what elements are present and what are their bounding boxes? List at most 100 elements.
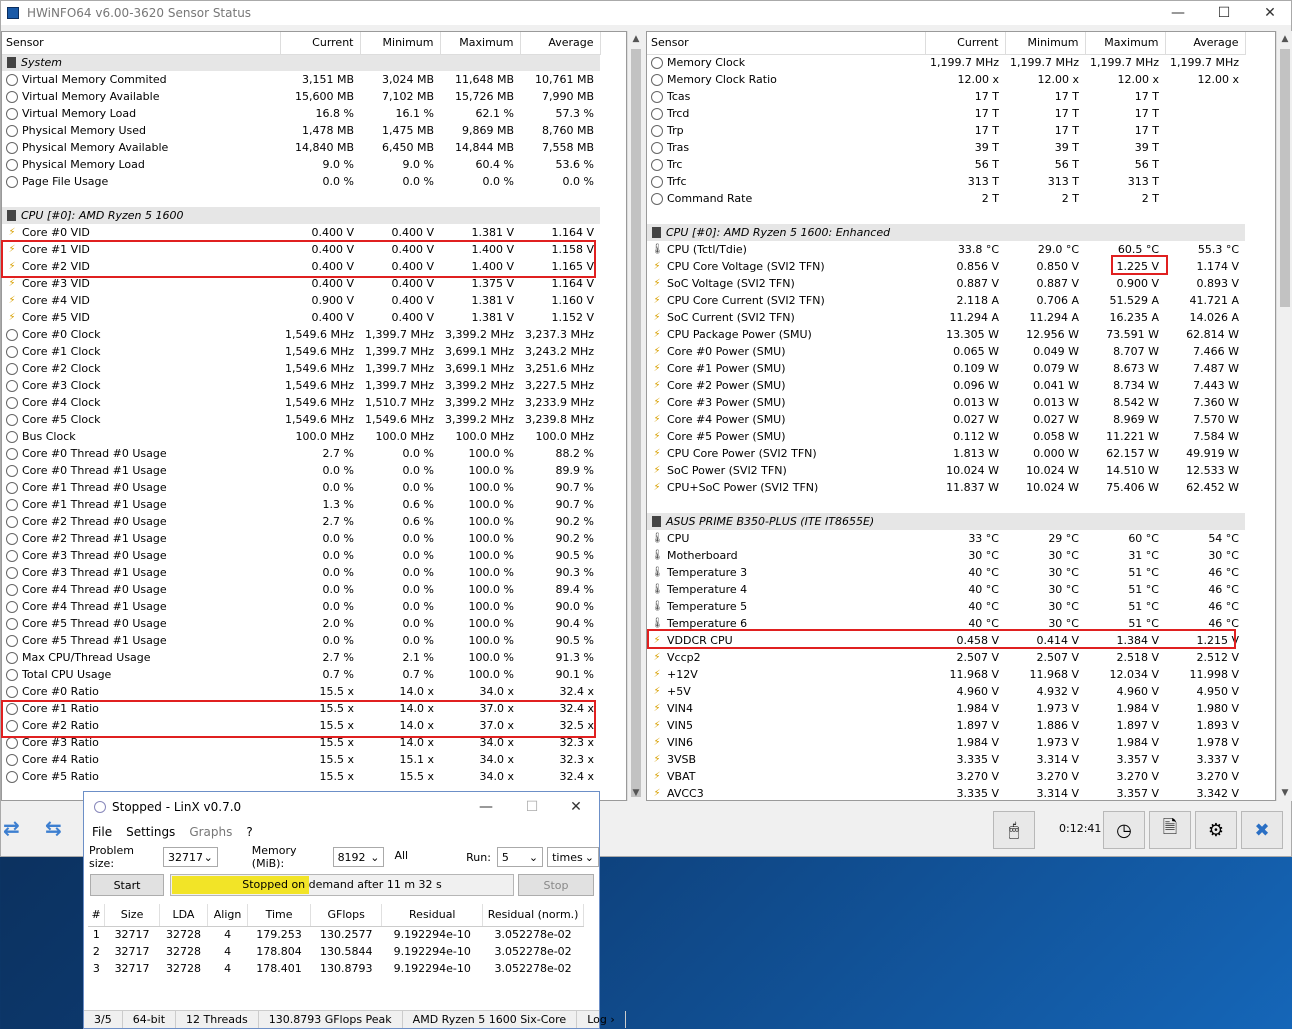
sensor-row[interactable]: ⚡ VDDCR CPU 0.458 V 0.414 V 1.384 V 1.215 V — [647, 632, 1245, 649]
sensor-row[interactable]: Core #0 Ratio 15.5 x 14.0 x 34.0 x 32.4 x — [2, 683, 600, 700]
network-icon[interactable]: 🖱 — [993, 811, 1035, 849]
sensor-row[interactable]: Core #2 Thread #0 Usage 2.7 % 0.6 % 100.0 %… — [2, 513, 600, 530]
sensor-row[interactable]: Core #3 Thread #0 Usage 0.0 % 0.0 % 100.0 %… — [2, 547, 600, 564]
sensor-row[interactable]: Trc 56 T 56 T 56 T — [647, 156, 1245, 173]
settings-gear-icon[interactable]: ⚙ — [1195, 811, 1237, 849]
sensor-row[interactable]: Core #3 Ratio 15.5 x 14.0 x 34.0 x 32.3 x — [2, 734, 600, 751]
sensor-row[interactable]: Trp 17 T 17 T 17 T — [647, 122, 1245, 139]
sensor-group-header[interactable]: CPU [#0]: AMD Ryzen 5 1600 — [2, 207, 600, 224]
sensor-row[interactable]: Core #2 Clock 1,549.6 MHz 1,399.7 MHz 3,699… — [2, 360, 600, 377]
sensor-row[interactable]: ⚡ Core #2 VID 0.400 V 0.400 V 1.400 V 1.165 V — [2, 258, 600, 275]
sensor-row[interactable]: Core #2 Thread #1 Usage 0.0 % 0.0 % 100.0 %… — [2, 530, 600, 547]
linx-close-button[interactable]: ✕ — [556, 792, 596, 822]
nav-left-right-icon[interactable]: ⇄ — [3, 816, 20, 840]
results-row[interactable]: 2 32717 32728 4 178.804 130.5844 9.192294e-10 3… — [88, 943, 584, 960]
sensor-group-header[interactable]: CPU [#0]: AMD Ryzen 5 1600: Enhanced — [647, 224, 1245, 241]
sensor-row[interactable]: ⚡ CPU Core Power (SVI2 TFN) 1.813 W 0.000 W… — [647, 445, 1245, 462]
sensor-row[interactable]: Core #5 Ratio 15.5 x 15.5 x 34.0 x 32.4 x — [2, 768, 600, 785]
sensor-row[interactable]: Core #4 Thread #1 Usage 0.0 % 0.0 % 100.0 %… — [2, 598, 600, 615]
results-col-header[interactable]: Residual (norm.) — [482, 904, 584, 927]
sensor-row[interactable]: Core #2 Ratio 15.5 x 14.0 x 37.0 x 32.5 x — [2, 717, 600, 734]
results-col-header[interactable]: GFlops — [310, 904, 383, 927]
results-col-header[interactable]: # — [88, 904, 106, 927]
col-maximum[interactable]: Maximum — [440, 32, 521, 55]
sensor-row[interactable]: ⚡ Core #0 Power (SMU) 0.065 W 0.049 W 8.707 … — [647, 343, 1245, 360]
sensor-row[interactable]: ⚡ Core #2 Power (SMU) 0.096 W 0.041 W 8.734 … — [647, 377, 1245, 394]
results-col-header[interactable]: Time — [247, 904, 312, 927]
scroll-thumb[interactable] — [1280, 49, 1290, 307]
sensor-row[interactable]: 🌡 CPU (Tctl/Tdie) 33.8 °C 29.0 °C 60.5 °C 55.… — [647, 241, 1245, 258]
sensor-row[interactable]: Core #0 Clock 1,549.6 MHz 1,399.7 MHz 3,399… — [2, 326, 600, 343]
sensor-row[interactable]: Total CPU Usage 0.7 % 0.7 % 100.0 % 90.1 % — [2, 666, 600, 683]
sensor-row[interactable]: Command Rate 2 T 2 T 2 T — [647, 190, 1245, 207]
col-maximum[interactable]: Maximum — [1085, 32, 1166, 55]
run-count-select[interactable]: 5 ⌄ — [496, 847, 544, 867]
sensor-row[interactable]: Trfc 313 T 313 T 313 T — [647, 173, 1245, 190]
scroll-up-icon[interactable]: ▲ — [628, 31, 644, 47]
sensor-row[interactable]: Core #5 Clock 1,549.6 MHz 1,549.6 MHz 3,399… — [2, 411, 600, 428]
nav-collapse-icon[interactable]: ⇆ — [45, 816, 62, 840]
col-minimum[interactable]: Minimum — [1005, 32, 1086, 55]
sensor-row[interactable]: Trcd 17 T 17 T 17 T — [647, 105, 1245, 122]
results-col-header[interactable]: Residual — [381, 904, 484, 927]
sensor-row[interactable]: Core #5 Thread #1 Usage 0.0 % 0.0 % 100.0 %… — [2, 632, 600, 649]
sensor-row[interactable]: ⚡ Core #1 VID 0.400 V 0.400 V 1.400 V 1.158 V — [2, 241, 600, 258]
sensor-row[interactable]: Core #4 Ratio 15.5 x 15.1 x 34.0 x 32.3 x — [2, 751, 600, 768]
col-current[interactable]: Current — [280, 32, 361, 55]
sensor-row[interactable]: Virtual Memory Available 15,600 MB 7,102 M… — [2, 88, 600, 105]
sensor-row[interactable]: ⚡ Core #4 Power (SMU) 0.027 W 0.027 W 8.969 … — [647, 411, 1245, 428]
minimize-button[interactable]: — — [1155, 1, 1201, 25]
menu-file[interactable]: File — [92, 825, 112, 839]
sensor-row[interactable]: ⚡ VIN4 1.984 V 1.973 V 1.984 V 1.980 V — [647, 700, 1245, 717]
menu-graphs[interactable]: Graphs — [189, 825, 232, 839]
sensor-row[interactable]: ⚡ Core #1 Power (SMU) 0.109 W 0.079 W 8.673 … — [647, 360, 1245, 377]
stop-button[interactable]: Stop — [518, 874, 594, 896]
menu-settings[interactable]: Settings — [126, 825, 175, 839]
sensor-row[interactable]: ⚡ CPU+SoC Power (SVI2 TFN) 11.837 W 10.024 … — [647, 479, 1245, 496]
empty-row[interactable] — [647, 496, 1245, 513]
all-button[interactable]: All — [394, 849, 408, 862]
sensor-group-header[interactable]: System — [2, 54, 600, 71]
sensor-row[interactable]: ⚡ AVCC3 3.335 V 3.314 V 3.357 V 3.342 V — [647, 785, 1245, 800]
sensor-row[interactable]: Core #4 Clock 1,549.6 MHz 1,510.7 MHz 3,399… — [2, 394, 600, 411]
run-unit-select[interactable]: times ⌄ — [547, 847, 600, 867]
sensor-row[interactable]: ⚡ 3VSB 3.335 V 3.314 V 3.357 V 3.337 V — [647, 751, 1245, 768]
close-button[interactable]: ✕ — [1247, 1, 1292, 25]
sensor-row[interactable]: Core #4 Thread #0 Usage 0.0 % 0.0 % 100.0 %… — [2, 581, 600, 598]
close-x-icon[interactable]: ✖ — [1241, 811, 1283, 849]
start-button[interactable]: Start — [90, 874, 164, 896]
add-report-icon[interactable]: 🗎 — [1149, 811, 1191, 849]
sensor-row[interactable]: Physical Memory Used 1,478 MB 1,475 MB 9,86… — [2, 122, 600, 139]
sensor-row[interactable]: Physical Memory Load 9.0 % 9.0 % 60.4 % 53.6… — [2, 156, 600, 173]
scroll-up-icon[interactable]: ▲ — [1277, 31, 1292, 47]
maximize-button[interactable]: ☐ — [1201, 1, 1247, 25]
results-row[interactable]: 1 32717 32728 4 179.253 130.2577 9.192294e-10 3… — [88, 926, 584, 943]
scroll-down-icon[interactable]: ▼ — [1277, 785, 1292, 801]
sensor-row[interactable]: ⚡ Core #3 Power (SMU) 0.013 W 0.013 W 8.542 … — [647, 394, 1245, 411]
sensor-row[interactable]: ⚡ SoC Power (SVI2 TFN) 10.024 W 10.024 W 14.… — [647, 462, 1245, 479]
sensor-row[interactable]: Virtual Memory Commited 3,151 MB 3,024 MB 1… — [2, 71, 600, 88]
col-sensor[interactable]: Sensor — [2, 32, 281, 55]
sensor-row[interactable]: Core #3 Thread #1 Usage 0.0 % 0.0 % 100.0 %… — [2, 564, 600, 581]
sensor-row[interactable]: ⚡ SoC Current (SVI2 TFN) 11.294 A 11.294 A 1… — [647, 309, 1245, 326]
sensor-row[interactable]: 🌡 CPU 33 °C 29 °C 60 °C 54 °C — [647, 530, 1245, 547]
sensor-row[interactable]: ⚡ CPU Core Voltage (SVI2 TFN) 0.856 V 0.850… — [647, 258, 1245, 275]
sensor-row[interactable]: 🌡 Temperature 5 40 °C 30 °C 51 °C 46 °C — [647, 598, 1245, 615]
sensor-row[interactable]: Virtual Memory Load 16.8 % 16.1 % 62.1 % 57.… — [2, 105, 600, 122]
sensor-row[interactable]: Core #1 Thread #1 Usage 1.3 % 0.6 % 100.0 %… — [2, 496, 600, 513]
sensor-row[interactable]: ⚡ CPU Core Current (SVI2 TFN) 2.118 A 0.706… — [647, 292, 1245, 309]
scroll-thumb[interactable] — [631, 49, 641, 797]
right-sensor-pane[interactable]: Sensor Current Minimum Maximum Average M… — [646, 31, 1276, 801]
sensor-row[interactable]: Core #5 Thread #0 Usage 2.0 % 0.0 % 100.0 %… — [2, 615, 600, 632]
right-scrollbar[interactable]: ▲ ▼ — [1276, 31, 1292, 801]
sensor-row[interactable]: 🌡 Motherboard 30 °C 30 °C 31 °C 30 °C — [647, 547, 1245, 564]
scroll-down-icon[interactable]: ▼ — [628, 785, 644, 801]
results-col-header[interactable]: LDA — [159, 904, 209, 927]
clock-icon[interactable]: ◷ — [1103, 811, 1145, 849]
empty-row[interactable] — [647, 207, 1245, 224]
sensor-row[interactable]: Max CPU/Thread Usage 2.7 % 2.1 % 100.0 % 91.… — [2, 649, 600, 666]
sensor-row[interactable]: Physical Memory Available 14,840 MB 6,450 … — [2, 139, 600, 156]
linx-maximize-button[interactable]: ☐ — [512, 792, 552, 822]
sensor-row[interactable]: Core #0 Thread #1 Usage 0.0 % 0.0 % 100.0 %… — [2, 462, 600, 479]
memory-select[interactable]: 8192 ⌄ — [332, 847, 385, 867]
